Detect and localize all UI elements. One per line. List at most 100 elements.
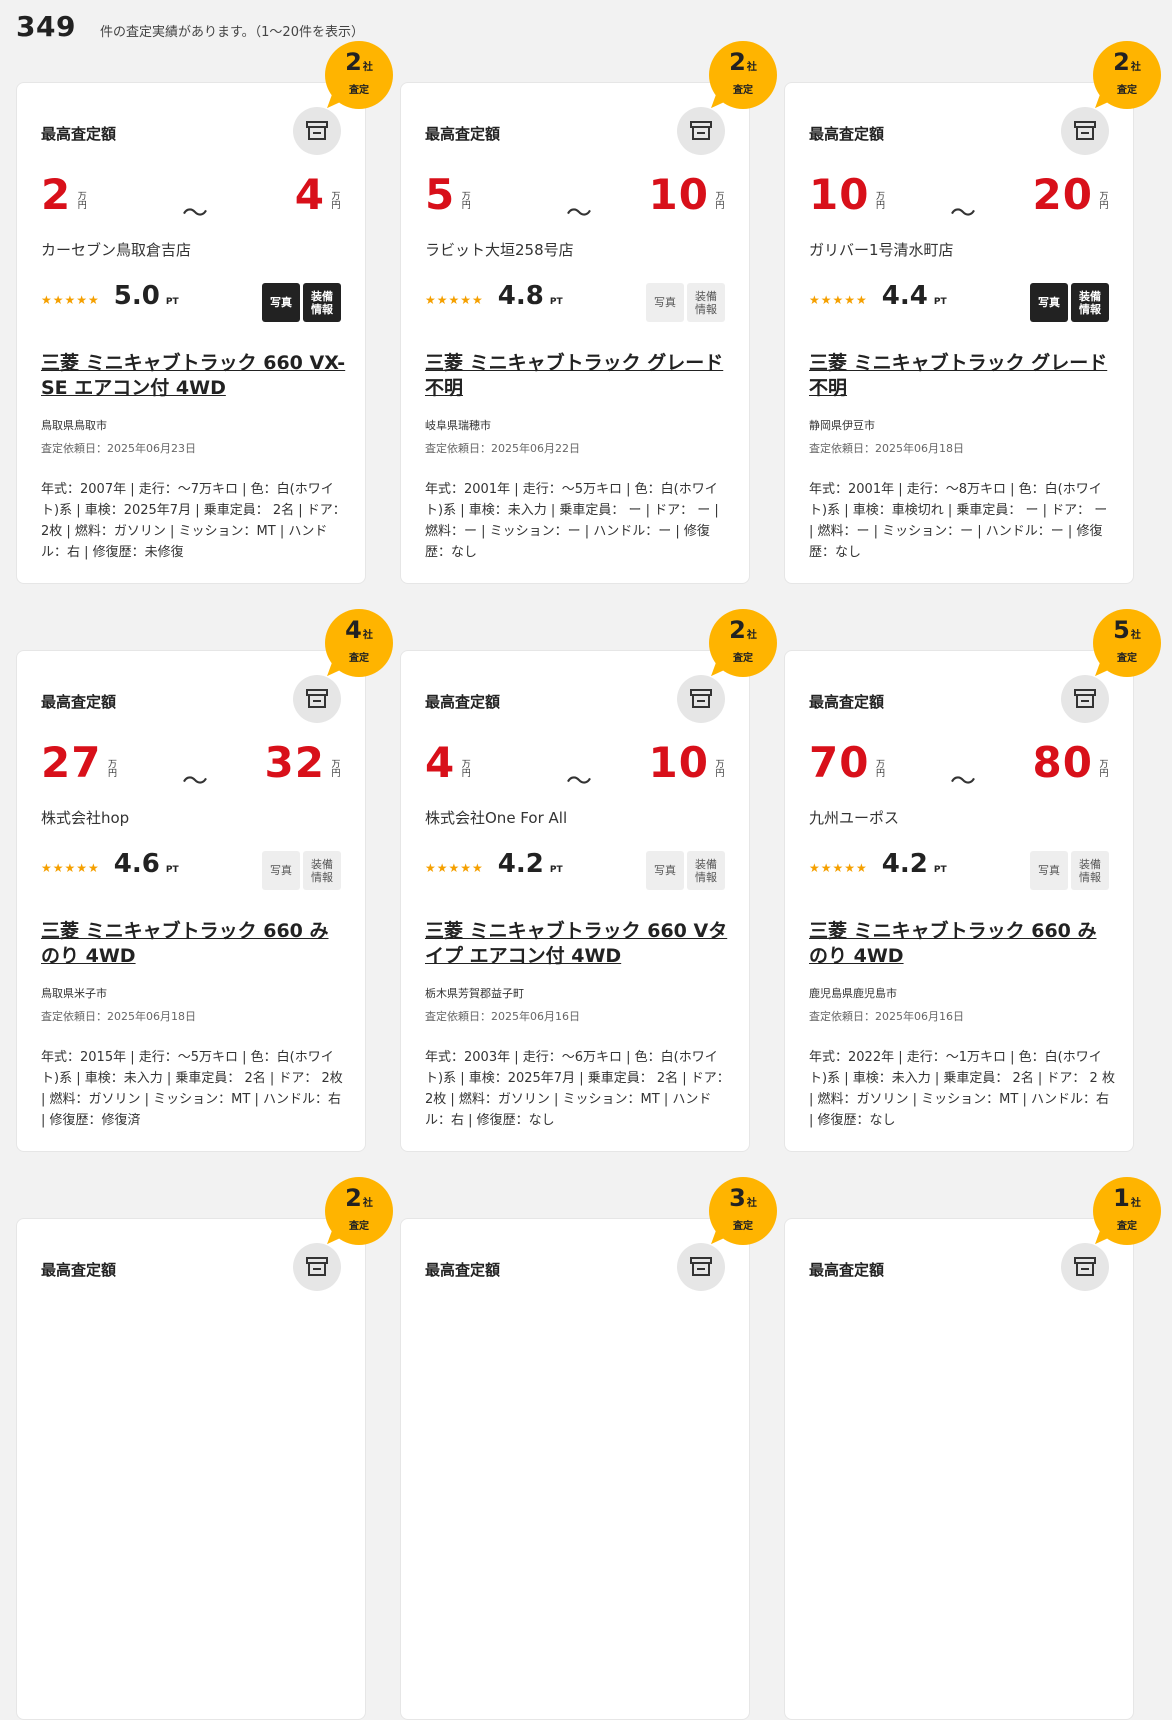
price-unit: 万円 [875, 760, 885, 779]
shop-name[interactable]: 株式会社hop [41, 807, 129, 828]
rating-score: 4.8 [497, 281, 544, 311]
shop-button[interactable] [1061, 107, 1109, 155]
price-range-tilde: 〜 [566, 199, 593, 229]
price-unit: 万円 [461, 760, 471, 779]
company-unit: 社 [1130, 62, 1141, 73]
price-low: 4 万円 [425, 739, 471, 787]
equipment-tag[interactable]: 装備 情報 [687, 851, 725, 890]
photo-tag[interactable]: 写真 [1030, 851, 1068, 890]
shop-name[interactable]: 九州ユーポス [809, 807, 899, 828]
price-low: 5 万円 [425, 171, 471, 219]
result-count: 349 [16, 10, 76, 43]
appraisal-card[interactable]: 5社 査定 最高査定額 70 万円 〜 80 万円九州ユーポス ★★★★★ 4.2 PT 写真 装備 情報… [784, 609, 1161, 1152]
badge-sub-label: 査定 [349, 85, 369, 96]
rating-score: 4.4 [881, 281, 928, 311]
shop-button[interactable] [677, 675, 725, 723]
shop-name[interactable]: カーセブン鳥取倉吉店 [41, 239, 191, 260]
shop-icon [1074, 1257, 1096, 1276]
price-high: 4 万円 [295, 171, 341, 219]
car-title-link[interactable]: 三菱 ミニキャブトラック グレード不明 [809, 351, 1115, 401]
car-title-link[interactable]: 三菱 ミニキャブトラック 660 VX-SE エアコン付 4WD [41, 351, 347, 401]
company-unit: 社 [362, 1198, 373, 1209]
shop-button[interactable] [677, 107, 725, 155]
badge-sub-label: 査定 [733, 653, 753, 664]
appraisal-card[interactable]: 2社 査定 最高査定額 2 万円 〜 4 万円カーセブン鳥取倉吉店 ★★★★★ 5.0 PT 写真 装備… [16, 41, 393, 584]
photo-tag[interactable]: 写真 [646, 283, 684, 322]
appraisal-card[interactable]: 2社 査定 最高査定額 5 万円 〜 10 万円ラビット大垣258号店 ★★★★★ 4.8 PT 写真… [400, 41, 777, 584]
equipment-tag[interactable]: 装備 情報 [303, 851, 341, 890]
price-unit: 万円 [715, 760, 725, 779]
equipment-tag[interactable]: 装備 情報 [303, 283, 341, 322]
company-count-badge: 1社 査定 [1093, 1177, 1161, 1245]
car-title-link[interactable]: 三菱 ミニキャブトラック 660 みのり 4WD [809, 919, 1115, 969]
appraisal-card[interactable]: 1社 査定最高査定額 [784, 1177, 1161, 1720]
info-tags: 写真 装備 情報 [262, 283, 341, 322]
car-specs: 年式：2003年 | 走行：〜6万キロ | 色：白(ホワイト)系 | 車検：20… [425, 1050, 730, 1128]
price-range-tilde: 〜 [950, 199, 977, 229]
company-count-badge: 5社 査定 [1093, 609, 1161, 677]
company-unit: 社 [746, 1198, 757, 1209]
shop-icon [1074, 121, 1096, 140]
badge-sub-label: 査定 [1117, 1221, 1137, 1232]
star-rating-icon: ★★★★★ [809, 293, 868, 307]
shop-name[interactable]: ガリバー1号清水町店 [809, 239, 954, 260]
max-appraisal-label: 最高査定額 [425, 1261, 501, 1279]
shop-icon [690, 121, 712, 140]
price-high: 10 万円 [649, 739, 725, 787]
car-title-link[interactable]: 三菱 ミニキャブトラック 660 Vタイプ エアコン付 4WD [425, 919, 731, 969]
shop-button[interactable] [1061, 1243, 1109, 1291]
company-count-badge: 2社 査定 [709, 41, 777, 109]
max-appraisal-label: 最高査定額 [809, 1261, 885, 1279]
company-unit: 社 [362, 630, 373, 641]
star-rating-icon: ★★★★★ [425, 293, 484, 307]
photo-tag[interactable]: 写真 [646, 851, 684, 890]
appraisal-card[interactable]: 2社 査定 最高査定額 10 万円 〜 20 万円ガリバー1号清水町店 ★★★★★ 4.4 PT 写真… [784, 41, 1161, 584]
max-appraisal-label: 最高査定額 [41, 125, 117, 143]
shop-button[interactable] [293, 107, 341, 155]
price-high-value: 10 [648, 170, 709, 219]
shop-name[interactable]: 株式会社One For All [425, 807, 567, 828]
price-low-value: 10 [809, 170, 870, 219]
location: 鳥取県鳥取市 [41, 419, 107, 432]
car-specs: 年式：2015年 | 走行：〜5万キロ | 色：白(ホワイト)系 | 車検：未入… [41, 1050, 343, 1128]
info-tags: 写真 装備 情報 [646, 283, 725, 322]
photo-tag[interactable]: 写真 [262, 851, 300, 890]
car-title-link[interactable]: 三菱 ミニキャブトラック 660 みのり 4WD [41, 919, 347, 969]
price-unit: 万円 [77, 192, 87, 211]
appraisal-card[interactable]: 3社 査定 最高査定額 [400, 1177, 777, 1720]
appraisal-card[interactable]: 2社 査定 最高査定額 [16, 1177, 393, 1720]
price-unit: 万円 [1099, 192, 1109, 211]
shop-icon [690, 1257, 712, 1276]
price-low: 70 万円 [809, 739, 885, 787]
appraisal-card[interactable]: 4社 査定 最高査定額 27 万円 〜 32 万円株式会社hop ★★★★★ 4.6 PT 写真 装備情… [16, 609, 393, 1152]
shop-button[interactable] [293, 1243, 341, 1291]
rating-score: 4.6 [113, 849, 160, 879]
equipment-tag[interactable]: 装備 情報 [1071, 851, 1109, 890]
price-range-tilde: 〜 [566, 767, 593, 797]
badge-sub-label: 査定 [733, 1221, 753, 1232]
rating: ★★★★★ 4.2 PT [425, 849, 563, 879]
appraisal-card[interactable]: 2社査定最高査定額 4 万円 〜 10 万円株式会社One For All ★★★★★ 4.2… [400, 609, 777, 1152]
shop-button[interactable] [293, 675, 341, 723]
photo-tag[interactable]: 写真 [262, 283, 300, 322]
photo-tag[interactable]: 写真 [1030, 283, 1068, 322]
price-high-value: 10 [648, 738, 709, 787]
company-count: 5社 [1113, 616, 1141, 644]
equipment-tag[interactable]: 装備 情報 [687, 283, 725, 322]
price-low-value: 4 [425, 738, 456, 787]
result-summary: 件の査定実績があります。（1〜20件を表示） [99, 25, 364, 40]
rating: ★★★★★ 4.2 PT [809, 849, 947, 879]
shop-name[interactable]: ラビット大垣258号店 [425, 239, 574, 260]
request-date: 査定依頼日：2025年06月22日 [425, 442, 580, 455]
shop-button[interactable] [677, 1243, 725, 1291]
car-title-link[interactable]: 三菱 ミニキャブトラック グレード不明 [425, 351, 731, 401]
company-unit: 社 [746, 62, 757, 73]
max-appraisal-label: 最高査定額 [425, 693, 501, 711]
badge-sub-label: 査定 [349, 1221, 369, 1232]
company-count: 2社 [729, 616, 757, 644]
company-count: 2社 [345, 1184, 373, 1212]
equipment-tag[interactable]: 装備 情報 [1071, 283, 1109, 322]
shop-button[interactable] [1061, 675, 1109, 723]
rating: ★★★★★ 5.0 PT [41, 281, 179, 311]
info-tags: 写真 装備 情報 [1030, 851, 1109, 890]
